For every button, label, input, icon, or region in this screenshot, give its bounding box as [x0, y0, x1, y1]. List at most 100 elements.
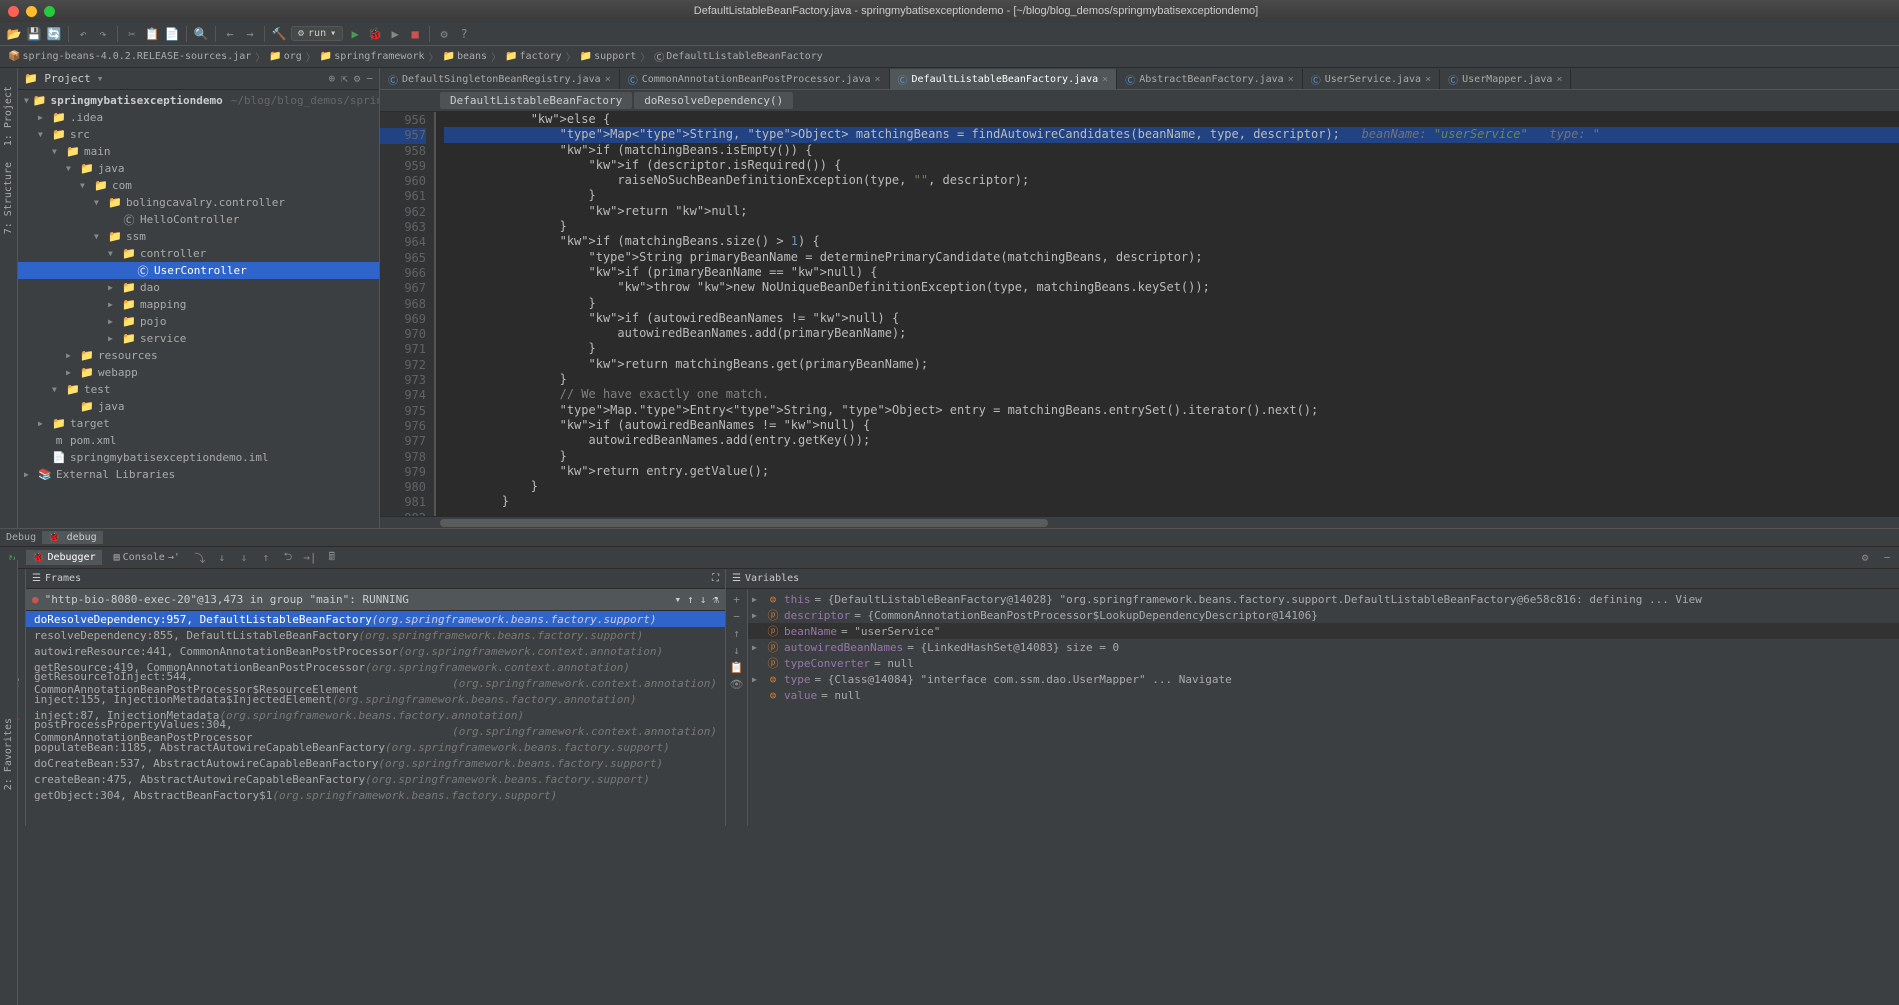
tree-row[interactable]: ▼📁ssm [18, 228, 379, 245]
copy-icon[interactable]: 📋 [729, 661, 745, 674]
force-step-into-icon[interactable]: ⇓ [236, 551, 252, 564]
frame-row[interactable]: getObject:304, AbstractBeanFactory$1 (or… [26, 787, 725, 803]
frame-row[interactable]: postProcessPropertyValues:304, CommonAnn… [26, 723, 725, 739]
tree-row[interactable]: 📁java [18, 398, 379, 415]
tree-row[interactable]: ▶📁service [18, 330, 379, 347]
tree-row[interactable]: ▶📁target [18, 415, 379, 432]
open-icon[interactable]: 📂 [6, 26, 22, 42]
step-over-icon[interactable]: ⤵ [192, 550, 208, 566]
thread-selector[interactable]: ● "http-bio-8080-exec-20"@13,473 in grou… [26, 589, 725, 611]
forward-icon[interactable]: → [242, 26, 258, 42]
frame-row[interactable]: createBean:475, AbstractAutowireCapableB… [26, 771, 725, 787]
run-config-select[interactable]: ⚙ run ▾ [291, 26, 343, 41]
stop-icon[interactable]: ■ [407, 26, 423, 42]
evaluate-icon[interactable]: 🖩 [324, 548, 340, 567]
maximize-icon[interactable] [44, 6, 55, 17]
editor-tab[interactable]: ⒸAbstractBeanFactory.java× [1117, 69, 1303, 89]
settings-icon[interactable]: ⚙ [1857, 551, 1873, 564]
hide-icon[interactable]: − [366, 72, 373, 85]
tree-row[interactable]: ▶📁pojo [18, 313, 379, 330]
coverage-icon[interactable]: ▶ [387, 26, 403, 42]
bc-jar[interactable]: 📦 spring-beans-4.0.2.RELEASE-sources.jar [8, 51, 251, 62]
bc-pkg[interactable]: 📁 beans [443, 51, 488, 62]
variable-row[interactable]: ⓟtypeConverter = null [748, 655, 1899, 671]
down-icon[interactable]: ↓ [729, 644, 745, 657]
tree-row[interactable]: 📄springmybatisexceptiondemo.iml [18, 449, 379, 466]
debug-session-tab[interactable]: 🐞 debug [42, 531, 103, 544]
variable-row[interactable]: ▶⊜type = {Class@14084} "interface com.ss… [748, 671, 1899, 687]
pin-icon[interactable]: − [1879, 551, 1895, 564]
code-content[interactable]: "kw">else { "type">Map<"type">String, "t… [436, 112, 1899, 516]
frame-row[interactable]: inject:155, InjectionMetadata$InjectedEl… [26, 691, 725, 707]
frame-row[interactable]: resolveDependency:855, DefaultListableBe… [26, 627, 725, 643]
code-editor[interactable]: 9569579589599609619629639649659669679689… [380, 112, 1899, 516]
context-method[interactable]: doResolveDependency() [634, 92, 793, 109]
sync-icon[interactable]: 🔄 [46, 26, 62, 42]
paste-icon[interactable]: 📄 [164, 26, 180, 42]
frame-row[interactable]: getResourceToInject:544, CommonAnnotatio… [26, 675, 725, 691]
close-icon[interactable] [8, 6, 19, 17]
tree-row[interactable]: ▼📁main [18, 143, 379, 160]
console-tab[interactable]: ▤ Console →' [108, 550, 186, 565]
undo-icon[interactable]: ↶ [75, 26, 91, 42]
variable-row[interactable]: ▶ⓟautowiredBeanNames = {LinkedHashSet@14… [748, 639, 1899, 655]
frame-row[interactable]: populateBean:1185, AbstractAutowireCapab… [26, 739, 725, 755]
tab-favorites[interactable]: 2: Favorites [1, 710, 16, 798]
next-frame-icon[interactable]: ↓ [700, 593, 707, 606]
close-icon[interactable]: × [1102, 74, 1108, 85]
show-watches-icon[interactable]: 👁 [729, 678, 745, 691]
gear-icon[interactable]: ⚙ [354, 72, 361, 85]
autoscroll-icon[interactable]: ⊕ [329, 72, 336, 85]
tree-row[interactable]: ⒸHelloController [18, 211, 379, 228]
bc-pkg[interactable]: 📁 org [269, 51, 302, 62]
save-icon[interactable]: 💾 [26, 26, 42, 42]
close-icon[interactable]: × [1556, 74, 1562, 85]
editor-tab[interactable]: ⒸDefaultSingletonBeanRegistry.java× [380, 69, 620, 89]
tree-row[interactable]: ▼📁controller [18, 245, 379, 262]
settings-icon[interactable]: ⚙ [436, 26, 452, 42]
back-icon[interactable]: ← [222, 26, 238, 42]
run-icon[interactable]: ▶ [347, 26, 363, 42]
tree-row[interactable]: ▶📁webapp [18, 364, 379, 381]
tree-row[interactable]: ▼📁test [18, 381, 379, 398]
project-tree[interactable]: ▼📁springmybatisexceptiondemo~/blog/blog_… [18, 90, 379, 528]
gutter[interactable]: 9569579589599609619629639649659669679689… [380, 112, 436, 516]
build-icon[interactable]: 🔨 [271, 26, 287, 42]
tree-row[interactable]: ▶📚External Libraries [18, 466, 379, 483]
tab-project[interactable]: 1: Project [1, 78, 16, 154]
tree-row[interactable]: mpom.xml [18, 432, 379, 449]
frames-list[interactable]: doResolveDependency:957, DefaultListable… [26, 611, 725, 826]
horizontal-scrollbar[interactable] [380, 516, 1899, 528]
close-icon[interactable]: × [1425, 74, 1431, 85]
restore-icon[interactable]: ⛶ [712, 573, 719, 584]
tree-row[interactable]: ⒸUserController [18, 262, 379, 279]
bc-pkg[interactable]: 📁 factory [505, 51, 562, 62]
debugger-tab[interactable]: 🐞 Debugger [26, 550, 102, 565]
cut-icon[interactable]: ✂ [124, 26, 140, 42]
editor-tab[interactable]: ⒸDefaultListableBeanFactory.java× [890, 69, 1118, 89]
prev-frame-icon[interactable]: ↑ [687, 593, 694, 606]
variable-row[interactable]: ⓟbeanName = "userService" [748, 623, 1899, 639]
redo-icon[interactable]: ↷ [95, 26, 111, 42]
find-icon[interactable]: 🔍 [193, 26, 209, 42]
tree-row[interactable]: ▼📁bolingcavalry.controller [18, 194, 379, 211]
context-class[interactable]: DefaultListableBeanFactory [440, 92, 632, 109]
drop-frame-icon[interactable]: ⮌ [280, 548, 296, 567]
collapse-icon[interactable]: ⇱ [341, 72, 348, 85]
filter-icon[interactable]: ⚗ [712, 593, 719, 606]
tree-row[interactable]: ▼📁java [18, 160, 379, 177]
copy-icon[interactable]: 📋 [144, 26, 160, 42]
add-watch-icon[interactable]: + [729, 593, 745, 606]
bc-pkg[interactable]: 📁 springframework [320, 51, 425, 62]
editor-tab[interactable]: ⒸUserMapper.java× [1440, 69, 1571, 89]
frame-row[interactable]: doResolveDependency:957, DefaultListable… [26, 611, 725, 627]
editor-tab[interactable]: ⒸUserService.java× [1303, 69, 1440, 89]
frame-row[interactable]: autowireResource:441, CommonAnnotationBe… [26, 643, 725, 659]
variable-row[interactable]: ⊜value = null [748, 687, 1899, 703]
close-icon[interactable]: × [605, 74, 611, 85]
step-into-icon[interactable]: ↓ [214, 551, 230, 564]
bc-class[interactable]: Ⓒ DefaultListableBeanFactory [654, 49, 823, 64]
tree-row[interactable]: ▼📁src [18, 126, 379, 143]
bc-pkg[interactable]: 📁 support [580, 51, 637, 62]
up-icon[interactable]: ↑ [729, 627, 745, 640]
